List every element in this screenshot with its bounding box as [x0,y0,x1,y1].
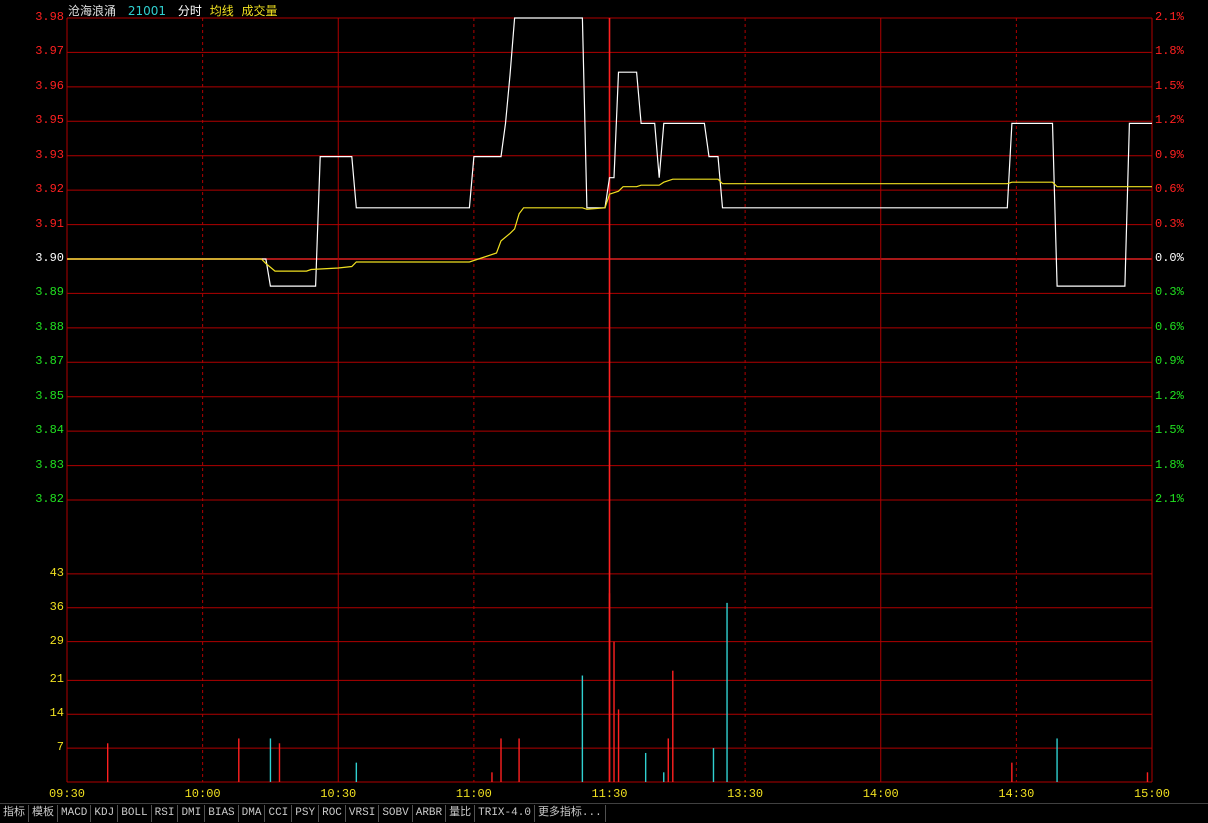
tab-roc[interactable]: ROC [319,805,346,822]
tab-dmi[interactable]: DMI [178,805,206,822]
price-tick-label: 3.88 [35,319,64,334]
time-tick-label: 14:30 [998,787,1035,801]
volume-tick-label: 21 [49,672,64,687]
time-tick-label: 11:30 [591,787,628,801]
stock-code: 21001 [127,4,167,18]
volume-tick-label: 7 [56,740,64,755]
tab-dma[interactable]: DMA [239,805,266,822]
price-tick-label: 3.96 [35,78,64,93]
tab-rsi[interactable]: RSI [152,805,179,822]
percent-tick-label: 2.1% [1155,492,1184,506]
series-label-avg: 均线 [209,4,234,18]
percent-tick-label: 1.2% [1155,388,1184,403]
tab-vrsi[interactable]: VRSI [346,805,380,822]
time-tick-label: 11:00 [455,787,492,801]
price-tick-label: 3.84 [35,423,64,438]
price-tick-label: 3.89 [35,285,64,300]
time-tick-label: 14:00 [862,787,899,801]
tab-macd[interactable]: MACD [58,805,92,822]
tab-volume-ratio[interactable]: 量比 [446,805,476,822]
percent-tick-label: 0.6% [1155,319,1184,334]
price-tick-label: 3.91 [35,216,64,231]
percent-tick-label: 1.5% [1155,423,1184,438]
price-tick-label: 3.98 [35,10,64,24]
series-label-volume: 成交量 [241,4,278,18]
percent-tick-label: 0.0% [1155,251,1184,265]
volume-tick-label: 36 [49,599,64,614]
price-tick-label: 3.97 [35,44,64,59]
time-tick-label: 13:30 [727,787,764,801]
volume-tick-label: 14 [49,706,64,721]
price-tick-label: 3.95 [35,113,64,128]
indicator-tab-bar: 指标 模板 MACD KDJ BOLL RSI DMI BIAS DMA CCI… [0,803,1208,823]
tab-boll[interactable]: BOLL [118,805,152,822]
tab-indicator[interactable]: 指标 [0,805,29,822]
percent-tick-label: 0.3% [1155,216,1184,231]
percent-tick-label: 1.2% [1155,113,1184,128]
percent-tick-label: 1.8% [1155,457,1184,472]
price-tick-label: 3.93 [35,147,64,162]
time-tick-label: 09:30 [48,787,85,801]
tab-arbr[interactable]: ARBR [413,805,447,822]
percent-tick-label: 0.3% [1155,285,1184,300]
tab-more-indicators[interactable]: 更多指标... [535,805,606,822]
percent-tick-label: 2.1% [1155,10,1184,24]
tab-cci[interactable]: CCI [265,805,293,822]
price-tick-label: 3.82 [35,492,64,506]
percent-tick-label: 1.5% [1155,78,1184,93]
time-tick-label: 15:00 [1133,787,1170,801]
price-tick-label: 3.83 [35,457,64,472]
tab-trix[interactable]: TRIX-4.0 [475,805,535,822]
volume-tick-label: 29 [49,633,64,648]
percent-tick-label: 0.6% [1155,182,1184,197]
tab-sobv[interactable]: SOBV [379,805,413,822]
percent-tick-label: 0.9% [1155,147,1184,162]
intraday-chart[interactable] [0,0,1208,803]
volume-tick-label: 43 [49,565,64,580]
series-label-price: 分时 [177,4,202,18]
time-tick-label: 10:30 [320,787,357,801]
price-tick-label: 3.87 [35,354,64,369]
tab-kdj[interactable]: KDJ [91,805,119,822]
tab-bias[interactable]: BIAS [205,805,239,822]
chart-header: 沧海浪涌 21001 分时 均线 成交量 [68,2,286,19]
price-tick-label: 3.90 [35,251,64,265]
percent-tick-label: 1.8% [1155,44,1184,59]
time-tick-label: 10:00 [184,787,221,801]
price-tick-label: 3.92 [35,182,64,197]
stock-name: 沧海浪涌 [68,4,117,18]
price-tick-label: 3.85 [35,388,64,403]
tab-psy[interactable]: PSY [292,805,320,822]
tab-template[interactable]: 模板 [29,805,58,822]
percent-tick-label: 0.9% [1155,354,1184,369]
